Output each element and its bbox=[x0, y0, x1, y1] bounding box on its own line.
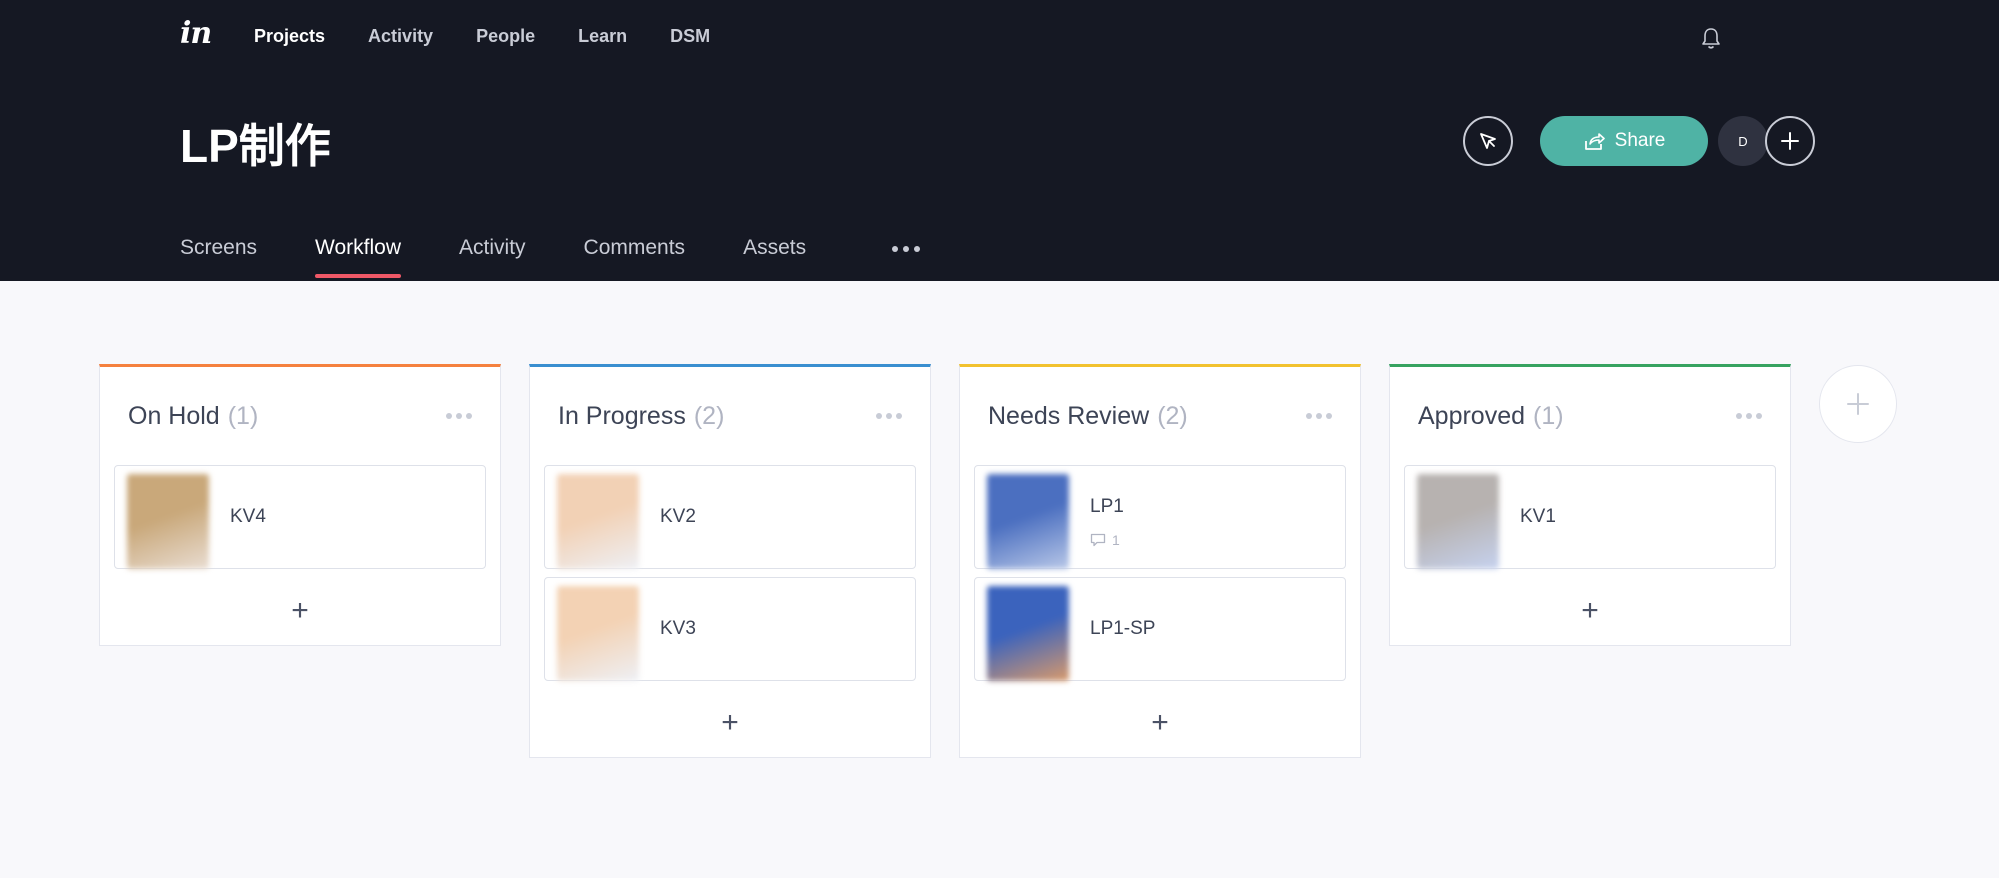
plus-icon bbox=[1781, 132, 1799, 150]
screen-card[interactable]: LP1-SP bbox=[974, 577, 1346, 681]
workflow-column-approved: Approved (1) KV1 + bbox=[1389, 364, 1791, 646]
more-tabs-icon[interactable] bbox=[892, 246, 920, 252]
share-icon bbox=[1584, 133, 1605, 150]
nav-people[interactable]: People bbox=[476, 26, 535, 47]
workflow-column-in-progress: In Progress (2) KV2 KV3 + bbox=[529, 364, 931, 758]
screen-card[interactable]: KV1 bbox=[1404, 465, 1776, 569]
project-tabs: Screens Workflow Activity Comments Asset… bbox=[180, 236, 806, 278]
screen-card[interactable]: KV4 bbox=[114, 465, 486, 569]
screen-thumbnail bbox=[557, 586, 639, 681]
column-header: Approved (1) bbox=[1390, 367, 1790, 465]
column-count: (1) bbox=[1533, 401, 1564, 430]
screen-thumbnail bbox=[1417, 474, 1499, 569]
project-title: LP制作 bbox=[180, 120, 331, 172]
add-screen-button[interactable]: + bbox=[1390, 577, 1790, 645]
add-screen-button[interactable]: + bbox=[530, 689, 930, 757]
column-header: On Hold (1) bbox=[100, 367, 500, 465]
plus-icon bbox=[1847, 393, 1869, 415]
screen-thumbnail bbox=[557, 474, 639, 569]
column-menu-icon[interactable] bbox=[446, 413, 472, 419]
tab-assets[interactable]: Assets bbox=[743, 236, 806, 276]
column-title: Needs Review bbox=[988, 401, 1150, 430]
column-count: (2) bbox=[1157, 401, 1188, 430]
workflow-column-needs-review: Needs Review (2) LP1 1 LP1-SP + bbox=[959, 364, 1361, 758]
add-screen-button[interactable]: + bbox=[960, 689, 1360, 757]
nav-activity[interactable]: Activity bbox=[368, 26, 433, 47]
nav-learn[interactable]: Learn bbox=[578, 26, 627, 47]
column-menu-icon[interactable] bbox=[1736, 413, 1762, 419]
screen-name: LP1-SP bbox=[1090, 618, 1156, 639]
column-header: In Progress (2) bbox=[530, 367, 930, 465]
inspect-button[interactable] bbox=[1463, 116, 1513, 166]
screen-card[interactable]: KV2 bbox=[544, 465, 916, 569]
pen-cursor-icon bbox=[1480, 133, 1496, 149]
project-header: in Projects Activity People Learn DSM LP… bbox=[0, 0, 1999, 281]
notifications-bell-icon[interactable] bbox=[1700, 26, 1722, 50]
nav-projects[interactable]: Projects bbox=[254, 26, 325, 47]
comment-count: 1 bbox=[1090, 532, 1120, 548]
column-count: (2) bbox=[693, 401, 725, 430]
column-menu-icon[interactable] bbox=[876, 413, 902, 419]
screen-name: KV3 bbox=[660, 618, 696, 639]
add-screen-button[interactable]: + bbox=[100, 577, 500, 645]
add-member-button[interactable] bbox=[1765, 116, 1815, 166]
screen-thumbnail bbox=[987, 586, 1069, 681]
screen-name: KV1 bbox=[1520, 506, 1556, 527]
add-column-button[interactable] bbox=[1819, 365, 1897, 443]
screen-name: KV4 bbox=[230, 506, 266, 527]
screen-card[interactable]: LP1 1 bbox=[974, 465, 1346, 569]
tab-activity[interactable]: Activity bbox=[459, 236, 526, 276]
column-count: (1) bbox=[227, 401, 259, 430]
screen-thumbnail bbox=[987, 474, 1069, 569]
column-title: On Hold bbox=[128, 401, 220, 430]
column-title: Approved bbox=[1418, 401, 1526, 430]
screen-name: KV2 bbox=[660, 506, 696, 527]
tab-screens[interactable]: Screens bbox=[180, 236, 257, 276]
screen-card[interactable]: KV3 bbox=[544, 577, 916, 681]
screen-name: LP1 bbox=[1090, 496, 1124, 517]
tab-workflow[interactable]: Workflow bbox=[315, 236, 401, 278]
invision-logo[interactable]: in bbox=[180, 16, 212, 51]
top-navigation: Projects Activity People Learn DSM bbox=[254, 26, 710, 47]
column-header: Needs Review (2) bbox=[960, 367, 1360, 465]
share-button[interactable]: Share bbox=[1540, 116, 1708, 166]
column-menu-icon[interactable] bbox=[1306, 413, 1332, 419]
share-label: Share bbox=[1614, 130, 1666, 151]
nav-dsm[interactable]: DSM bbox=[670, 26, 710, 47]
screen-thumbnail bbox=[127, 474, 209, 569]
column-title: In Progress bbox=[558, 401, 686, 430]
comment-count-value: 1 bbox=[1112, 532, 1120, 548]
user-avatar[interactable]: D bbox=[1718, 116, 1768, 166]
comment-icon bbox=[1090, 533, 1106, 547]
workflow-column-on-hold: On Hold (1) KV4 + bbox=[99, 364, 501, 646]
tab-comments[interactable]: Comments bbox=[584, 236, 686, 276]
